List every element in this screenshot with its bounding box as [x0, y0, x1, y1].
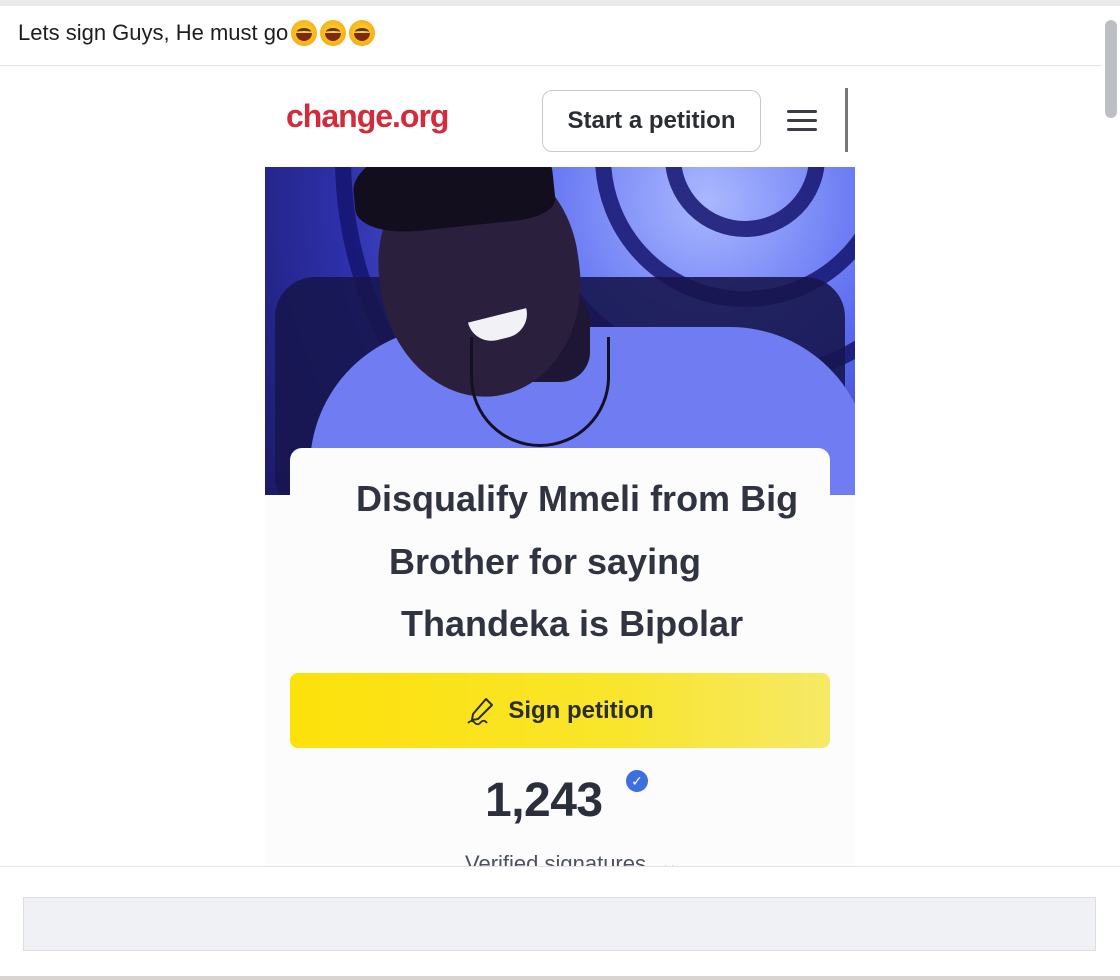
changeorg-navbar: change.org Start a petition	[265, 70, 855, 167]
petition-card: Disqualify Mmeli from Big Brother for sa…	[290, 448, 830, 870]
post-header: Lets sign Guys, He must go	[0, 6, 1120, 66]
petition-title-line-1: Disqualify Mmeli from Big	[356, 478, 799, 519]
start-petition-button: Start a petition	[542, 90, 761, 152]
bottom-strip	[0, 976, 1120, 980]
petition-screenshot-image: change.org Start a petition Disqualify M…	[265, 70, 855, 870]
post-text-content: Lets sign Guys, He must go	[18, 20, 289, 45]
comment-composer	[0, 866, 1120, 980]
sign-petition-button: Sign petition	[290, 673, 830, 748]
emoji-group	[288, 20, 376, 46]
hamburger-menu-icon	[787, 110, 817, 134]
pen-signature-icon	[467, 697, 494, 725]
comment-input[interactable]	[23, 897, 1096, 951]
laughing-emoji-icon	[320, 20, 347, 46]
scrollbar[interactable]	[1102, 6, 1120, 866]
nav-divider	[845, 88, 848, 152]
sign-petition-label: Sign petition	[508, 696, 654, 724]
post-text: Lets sign Guys, He must go	[18, 20, 376, 46]
laughing-emoji-icon	[349, 20, 376, 46]
changeorg-logo: change.org	[286, 98, 449, 134]
petition-title-line-2: Brother for saying	[389, 541, 702, 582]
laughing-emoji-icon	[291, 20, 318, 46]
petition-title-line-3: Thandeka is Bipolar	[401, 603, 744, 644]
verified-check-icon: ✓	[626, 770, 648, 792]
petition-hero-photo	[265, 167, 855, 495]
signature-count: 1,243	[485, 774, 603, 827]
scrollbar-thumb[interactable]	[1105, 20, 1117, 118]
